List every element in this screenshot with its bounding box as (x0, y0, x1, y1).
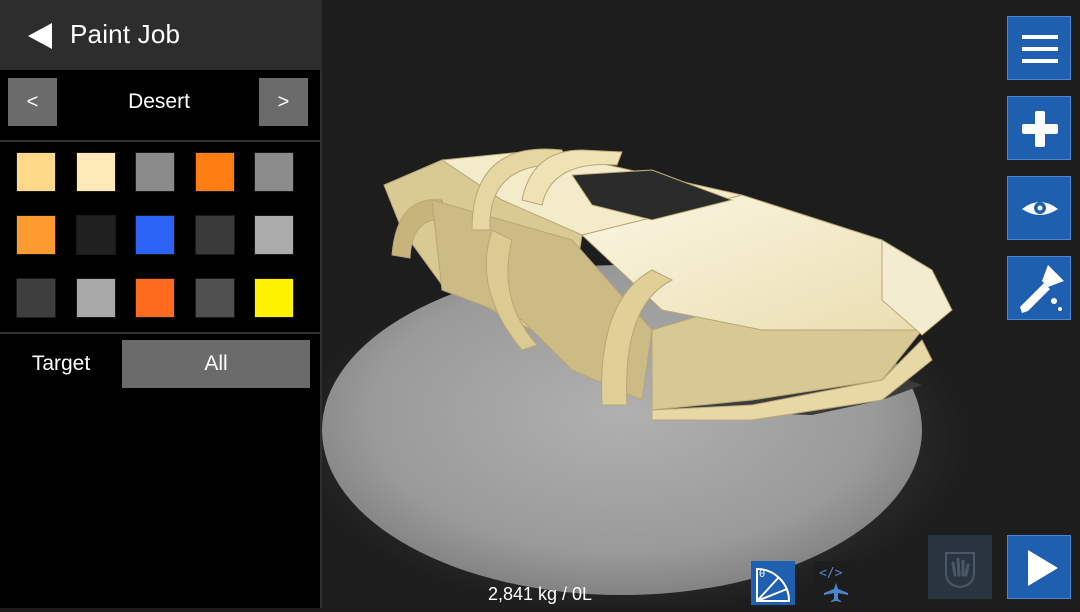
target-label: Target (31, 352, 91, 375)
panel-title: Paint Job (70, 19, 181, 49)
hand-icon (945, 552, 975, 589)
divider (0, 332, 320, 334)
color-swatch-grid (0, 142, 320, 332)
add-part-button[interactable] (1007, 96, 1071, 160)
color-swatch[interactable] (194, 152, 235, 192)
center-of-mass-icon: θ (751, 561, 795, 605)
color-swatch[interactable] (16, 278, 56, 318)
paint-button[interactable] (1007, 256, 1071, 320)
color-swatch[interactable] (135, 278, 175, 318)
color-swatch[interactable] (75, 152, 116, 192)
next-preset-button[interactable]: > (259, 78, 308, 126)
paint-brush-icon (1020, 265, 1064, 313)
panel-header: Paint Job (0, 0, 322, 70)
color-swatch[interactable] (254, 152, 294, 192)
color-swatch[interactable] (135, 215, 175, 255)
airplane-code-icon: </> (814, 561, 858, 605)
previous-preset-button[interactable]: < (8, 78, 57, 126)
play-button[interactable] (1007, 535, 1071, 599)
menu-icon (1022, 35, 1058, 63)
target-selector[interactable]: All (122, 340, 310, 388)
view-options-button[interactable] (1007, 176, 1071, 240)
center-of-mass-button[interactable]: θ (749, 559, 797, 607)
color-swatch[interactable] (194, 215, 235, 255)
svg-text:</>: </> (819, 566, 843, 581)
color-swatch[interactable] (135, 152, 175, 192)
color-swatch[interactable] (16, 152, 56, 192)
back-button[interactable] (24, 20, 56, 52)
eye-icon (1022, 202, 1058, 215)
grab-tool-button[interactable] (928, 535, 992, 599)
paint-job-panel: Paint Job < Desert > Target All (0, 0, 322, 608)
color-swatch[interactable] (16, 215, 56, 255)
color-swatch[interactable] (75, 278, 116, 318)
mass-fuel-readout: 2,841 kg / 0L (487, 584, 593, 604)
menu-button[interactable] (1007, 16, 1071, 80)
color-swatch[interactable] (75, 215, 116, 255)
color-swatch[interactable] (254, 278, 294, 318)
plus-icon (1022, 111, 1058, 147)
color-swatch[interactable] (194, 278, 235, 318)
preset-name: Desert (128, 90, 190, 113)
back-arrow-icon (28, 23, 52, 49)
craft-code-button[interactable]: </> (812, 559, 860, 607)
svg-text:θ: θ (759, 569, 765, 580)
scene-render (322, 148, 972, 608)
play-icon (1028, 550, 1058, 586)
color-swatch[interactable] (254, 215, 294, 255)
build-viewport[interactable] (322, 0, 1080, 608)
